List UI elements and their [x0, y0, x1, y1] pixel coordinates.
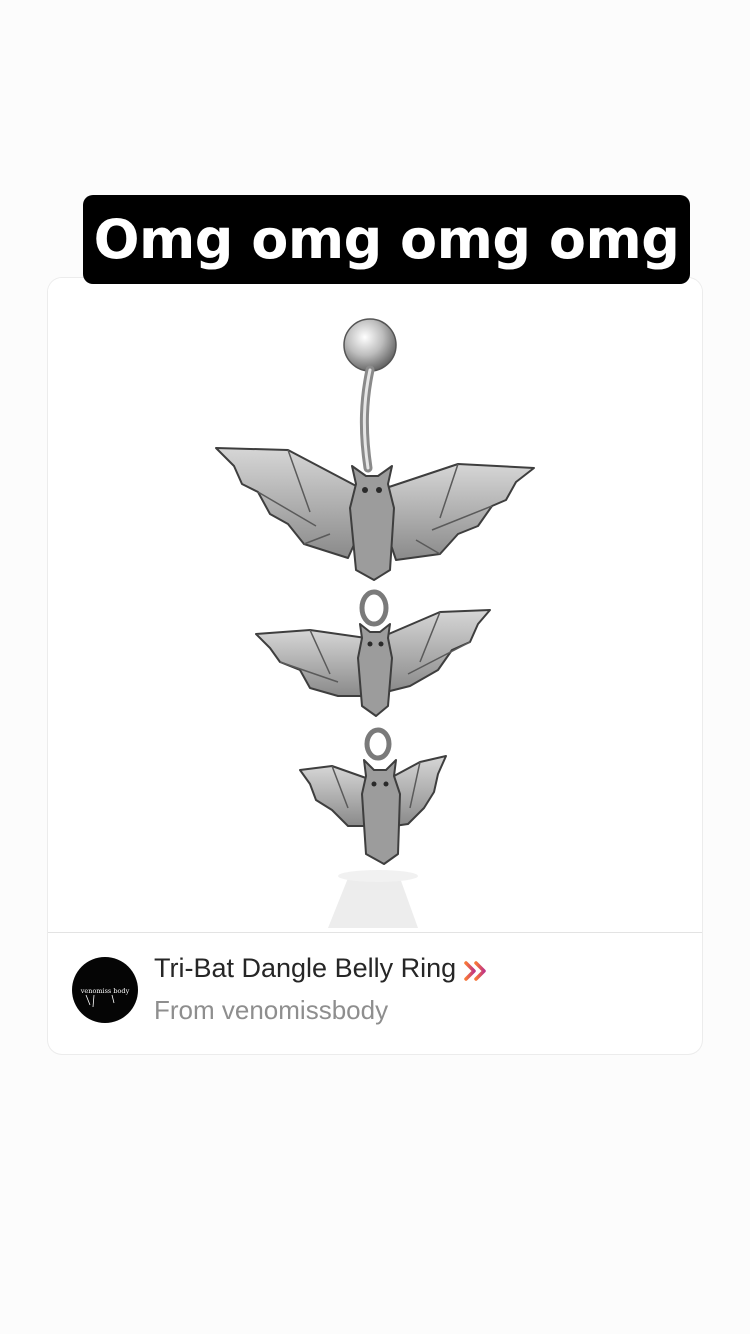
seller-avatar[interactable]: venomiss body: [72, 957, 138, 1023]
bat-belly-ring-illustration: [215, 318, 535, 928]
seller-logo: venomiss body: [80, 987, 130, 1008]
caption-text: Omg omg omg omg: [93, 208, 680, 271]
reflection: [328, 870, 418, 928]
bat-1: [215, 447, 535, 581]
bat-3: [299, 755, 447, 865]
svg-text:venomiss body: venomiss body: [80, 987, 130, 995]
story-caption: Omg omg omg omg: [83, 195, 690, 284]
product-footer[interactable]: venomiss body Tri-Bat Dangle Belly Ring: [48, 933, 702, 1054]
product-image[interactable]: [48, 278, 702, 933]
product-title[interactable]: Tri-Bat Dangle Belly Ring: [154, 953, 490, 984]
product-title-text: Tri-Bat Dangle Belly Ring: [154, 953, 457, 983]
seller-name[interactable]: From venomissbody: [154, 995, 388, 1026]
double-chevron-right-icon[interactable]: [464, 958, 490, 981]
product-card[interactable]: venomiss body Tri-Bat Dangle Belly Ring: [48, 278, 702, 1054]
